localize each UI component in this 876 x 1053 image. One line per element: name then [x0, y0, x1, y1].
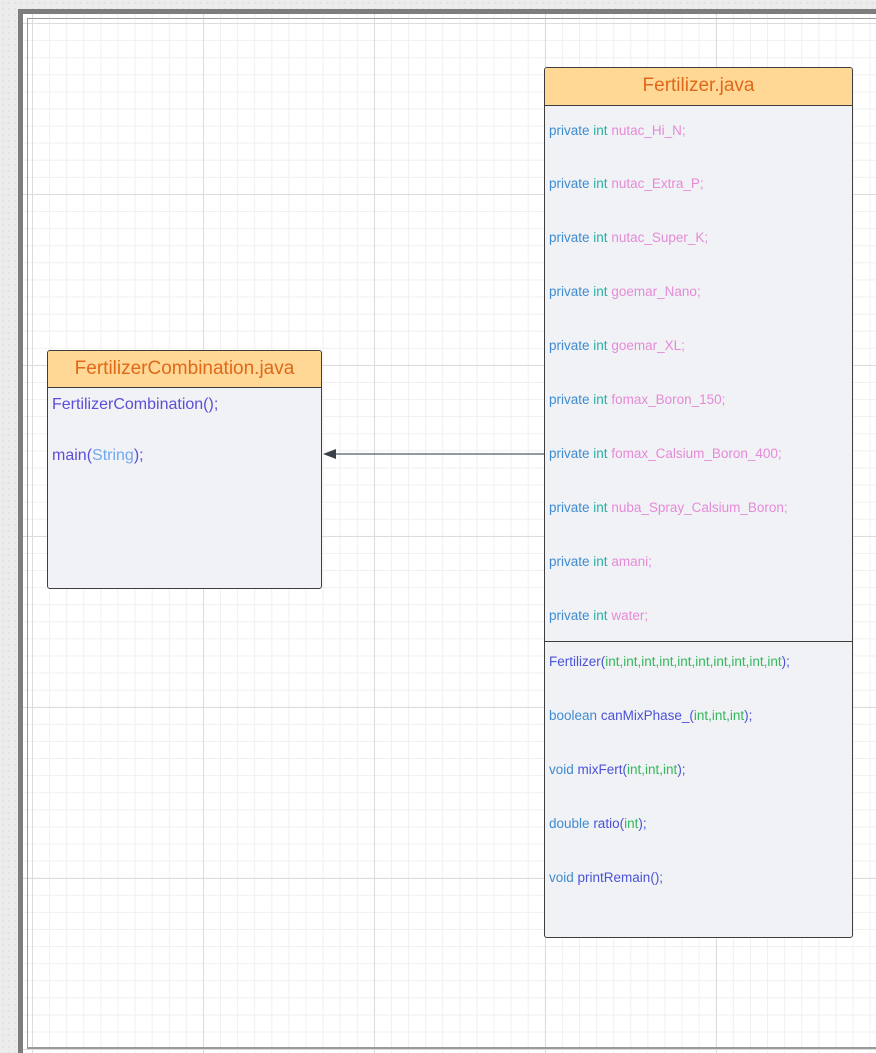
- arrowhead-icon: [323, 449, 336, 459]
- association-arrow[interactable]: [0, 0, 876, 1053]
